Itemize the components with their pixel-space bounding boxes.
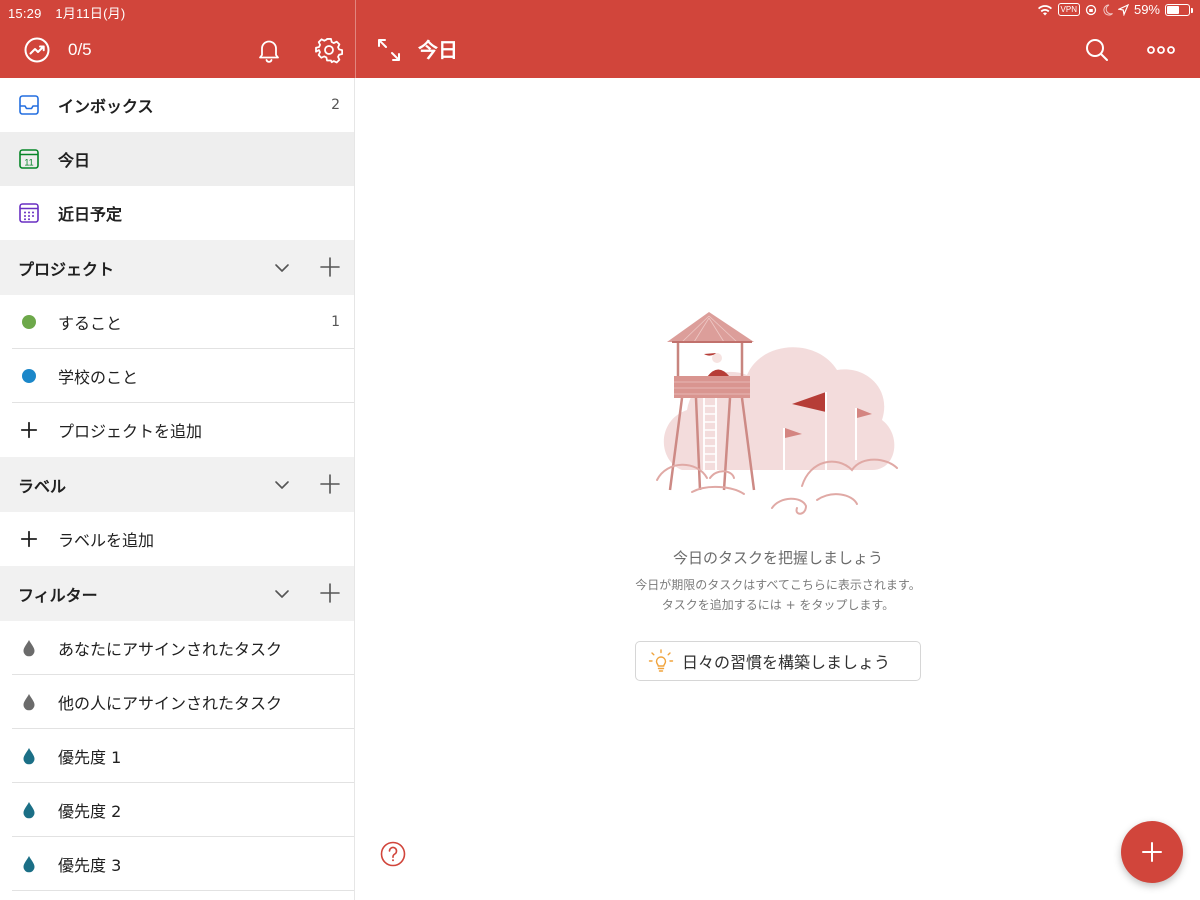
expand-arrows-icon bbox=[378, 39, 400, 61]
status-time: 15:29 bbox=[8, 6, 42, 21]
filters-section-header[interactable]: フィルター bbox=[0, 566, 354, 621]
filter-drop-icon bbox=[23, 856, 35, 873]
status-bar-left: 15:29 1月11日(月) bbox=[8, 3, 135, 22]
build-habits-label: 日々の習慣を構築しましょう bbox=[682, 653, 891, 672]
filter-item-label: 他の人にアサインされたタスク bbox=[58, 694, 283, 713]
notifications-button[interactable] bbox=[254, 35, 284, 65]
help-question-icon[interactable] bbox=[380, 841, 406, 867]
filter-item-label: 優先度 2 bbox=[58, 802, 122, 821]
add-project-plus-icon[interactable] bbox=[319, 256, 341, 278]
nav-inbox-count: 2 bbox=[331, 97, 340, 113]
bell-icon bbox=[259, 40, 279, 63]
filter-drop-icon bbox=[23, 694, 35, 711]
filter-drop-icon bbox=[23, 802, 35, 819]
project-color-dot bbox=[22, 369, 36, 383]
wifi-icon bbox=[1037, 4, 1052, 15]
gear-icon bbox=[315, 38, 343, 64]
project-item-label: すること bbox=[58, 314, 123, 333]
battery-icon bbox=[1165, 3, 1193, 16]
filter-item-assigned-to-others[interactable]: 他の人にアサインされたタスク bbox=[0, 675, 354, 729]
filter-item-label: あなたにアサインされたタスク bbox=[58, 640, 283, 659]
search-button[interactable] bbox=[1082, 35, 1112, 65]
filter-item-priority-2[interactable]: 優先度 2 bbox=[0, 783, 354, 837]
sidebar: インボックス 2 11 今日 近日予定 プロジェクト すること 1 学校のこと … bbox=[0, 78, 355, 900]
add-task-fab[interactable] bbox=[1121, 821, 1183, 883]
nav-inbox[interactable]: インボックス 2 bbox=[0, 78, 354, 132]
projects-section-label: プロジェクト bbox=[18, 259, 115, 279]
nav-upcoming[interactable]: 近日予定 bbox=[0, 186, 354, 240]
filter-drop-icon bbox=[23, 748, 35, 765]
chevron-down-icon[interactable] bbox=[271, 257, 293, 279]
add-label-plus-icon[interactable] bbox=[319, 473, 341, 495]
location-icon bbox=[1117, 3, 1129, 16]
status-bar-right: VPN 59% bbox=[1037, 2, 1193, 17]
filter-item-label: 優先度 3 bbox=[58, 856, 122, 875]
vpn-badge: VPN bbox=[1057, 3, 1080, 16]
project-item-label: 学校のこと bbox=[58, 368, 139, 387]
nav-today[interactable]: 11 今日 bbox=[0, 132, 354, 186]
settings-button[interactable] bbox=[314, 35, 344, 65]
more-dots-icon bbox=[1147, 46, 1175, 54]
lightbulb-icon bbox=[648, 649, 674, 672]
calendar-upcoming-icon bbox=[19, 203, 39, 223]
add-project-label: プロジェクトを追加 bbox=[58, 422, 203, 441]
moon-icon bbox=[1103, 3, 1113, 15]
top-bar: 15:29 1月11日(月) VPN 59% 0/5 今日 bbox=[0, 0, 1200, 78]
add-label-label: ラベルを追加 bbox=[58, 531, 155, 550]
filter-drop-icon bbox=[23, 640, 35, 657]
productivity-trend-icon bbox=[24, 37, 50, 63]
filter-item-priority-1[interactable]: 優先度 1 bbox=[0, 729, 354, 783]
main-content: 今日のタスクを把握しましょう 今日が期限のタスクはすべてこちらに表示されます。 … bbox=[356, 78, 1200, 900]
nav-upcoming-label: 近日予定 bbox=[58, 205, 123, 224]
projects-section-header[interactable]: プロジェクト bbox=[0, 240, 354, 295]
battery-level bbox=[1167, 5, 1180, 14]
nav-inbox-label: インボックス bbox=[58, 97, 154, 116]
project-item-todo[interactable]: すること 1 bbox=[0, 295, 354, 349]
calendar-day-number: 11 bbox=[24, 158, 33, 168]
build-habits-button[interactable]: 日々の習慣を構築しましょう bbox=[635, 641, 921, 681]
plus-icon bbox=[20, 421, 38, 439]
chevron-down-icon[interactable] bbox=[271, 474, 293, 496]
filter-item-assigned-to-me[interactable]: あなたにアサインされたタスク bbox=[0, 621, 354, 675]
header-divider bbox=[355, 0, 356, 78]
empty-state-title: 今日のタスクを把握しましょう bbox=[672, 549, 883, 567]
nav-today-label: 今日 bbox=[58, 151, 91, 170]
project-color-dot bbox=[22, 315, 36, 329]
page-title: 今日 bbox=[418, 38, 458, 62]
search-icon bbox=[1086, 39, 1108, 61]
add-filter-plus-icon[interactable] bbox=[319, 582, 341, 604]
add-project-button[interactable]: プロジェクトを追加 bbox=[0, 403, 354, 457]
plus-icon bbox=[20, 530, 38, 548]
battery-percent: 59% bbox=[1133, 2, 1160, 17]
labels-section-label: ラベル bbox=[18, 476, 67, 496]
inbox-icon bbox=[19, 95, 39, 115]
project-item-school[interactable]: 学校のこと bbox=[0, 349, 354, 403]
filter-item-label: 優先度 1 bbox=[58, 748, 122, 767]
filters-section-label: フィルター bbox=[18, 585, 98, 605]
calendar-today-icon: 11 bbox=[19, 149, 39, 169]
karma-count: 0/5 bbox=[68, 40, 92, 59]
chevron-down-icon[interactable] bbox=[271, 583, 293, 605]
empty-state-description: 今日が期限のタスクはすべてこちらに表示されます。 bbox=[635, 578, 921, 592]
add-label-button[interactable]: ラベルを追加 bbox=[0, 512, 354, 566]
empty-state-illustration bbox=[656, 312, 898, 515]
labels-section-header[interactable]: ラベル bbox=[0, 457, 354, 512]
karma-productivity-button[interactable]: 0/5 bbox=[22, 34, 92, 66]
more-options-button[interactable] bbox=[1144, 35, 1178, 65]
filter-item-priority-3[interactable]: 優先度 3 bbox=[0, 837, 354, 891]
empty-state-hint: タスクを追加するには + をタップします。 bbox=[661, 598, 895, 612]
orientation-lock-icon bbox=[1085, 4, 1097, 15]
plus-icon bbox=[1142, 842, 1162, 862]
status-date: 1月11日(月) bbox=[55, 6, 126, 21]
expand-view-button[interactable] bbox=[374, 36, 404, 64]
project-item-count: 1 bbox=[331, 314, 340, 330]
